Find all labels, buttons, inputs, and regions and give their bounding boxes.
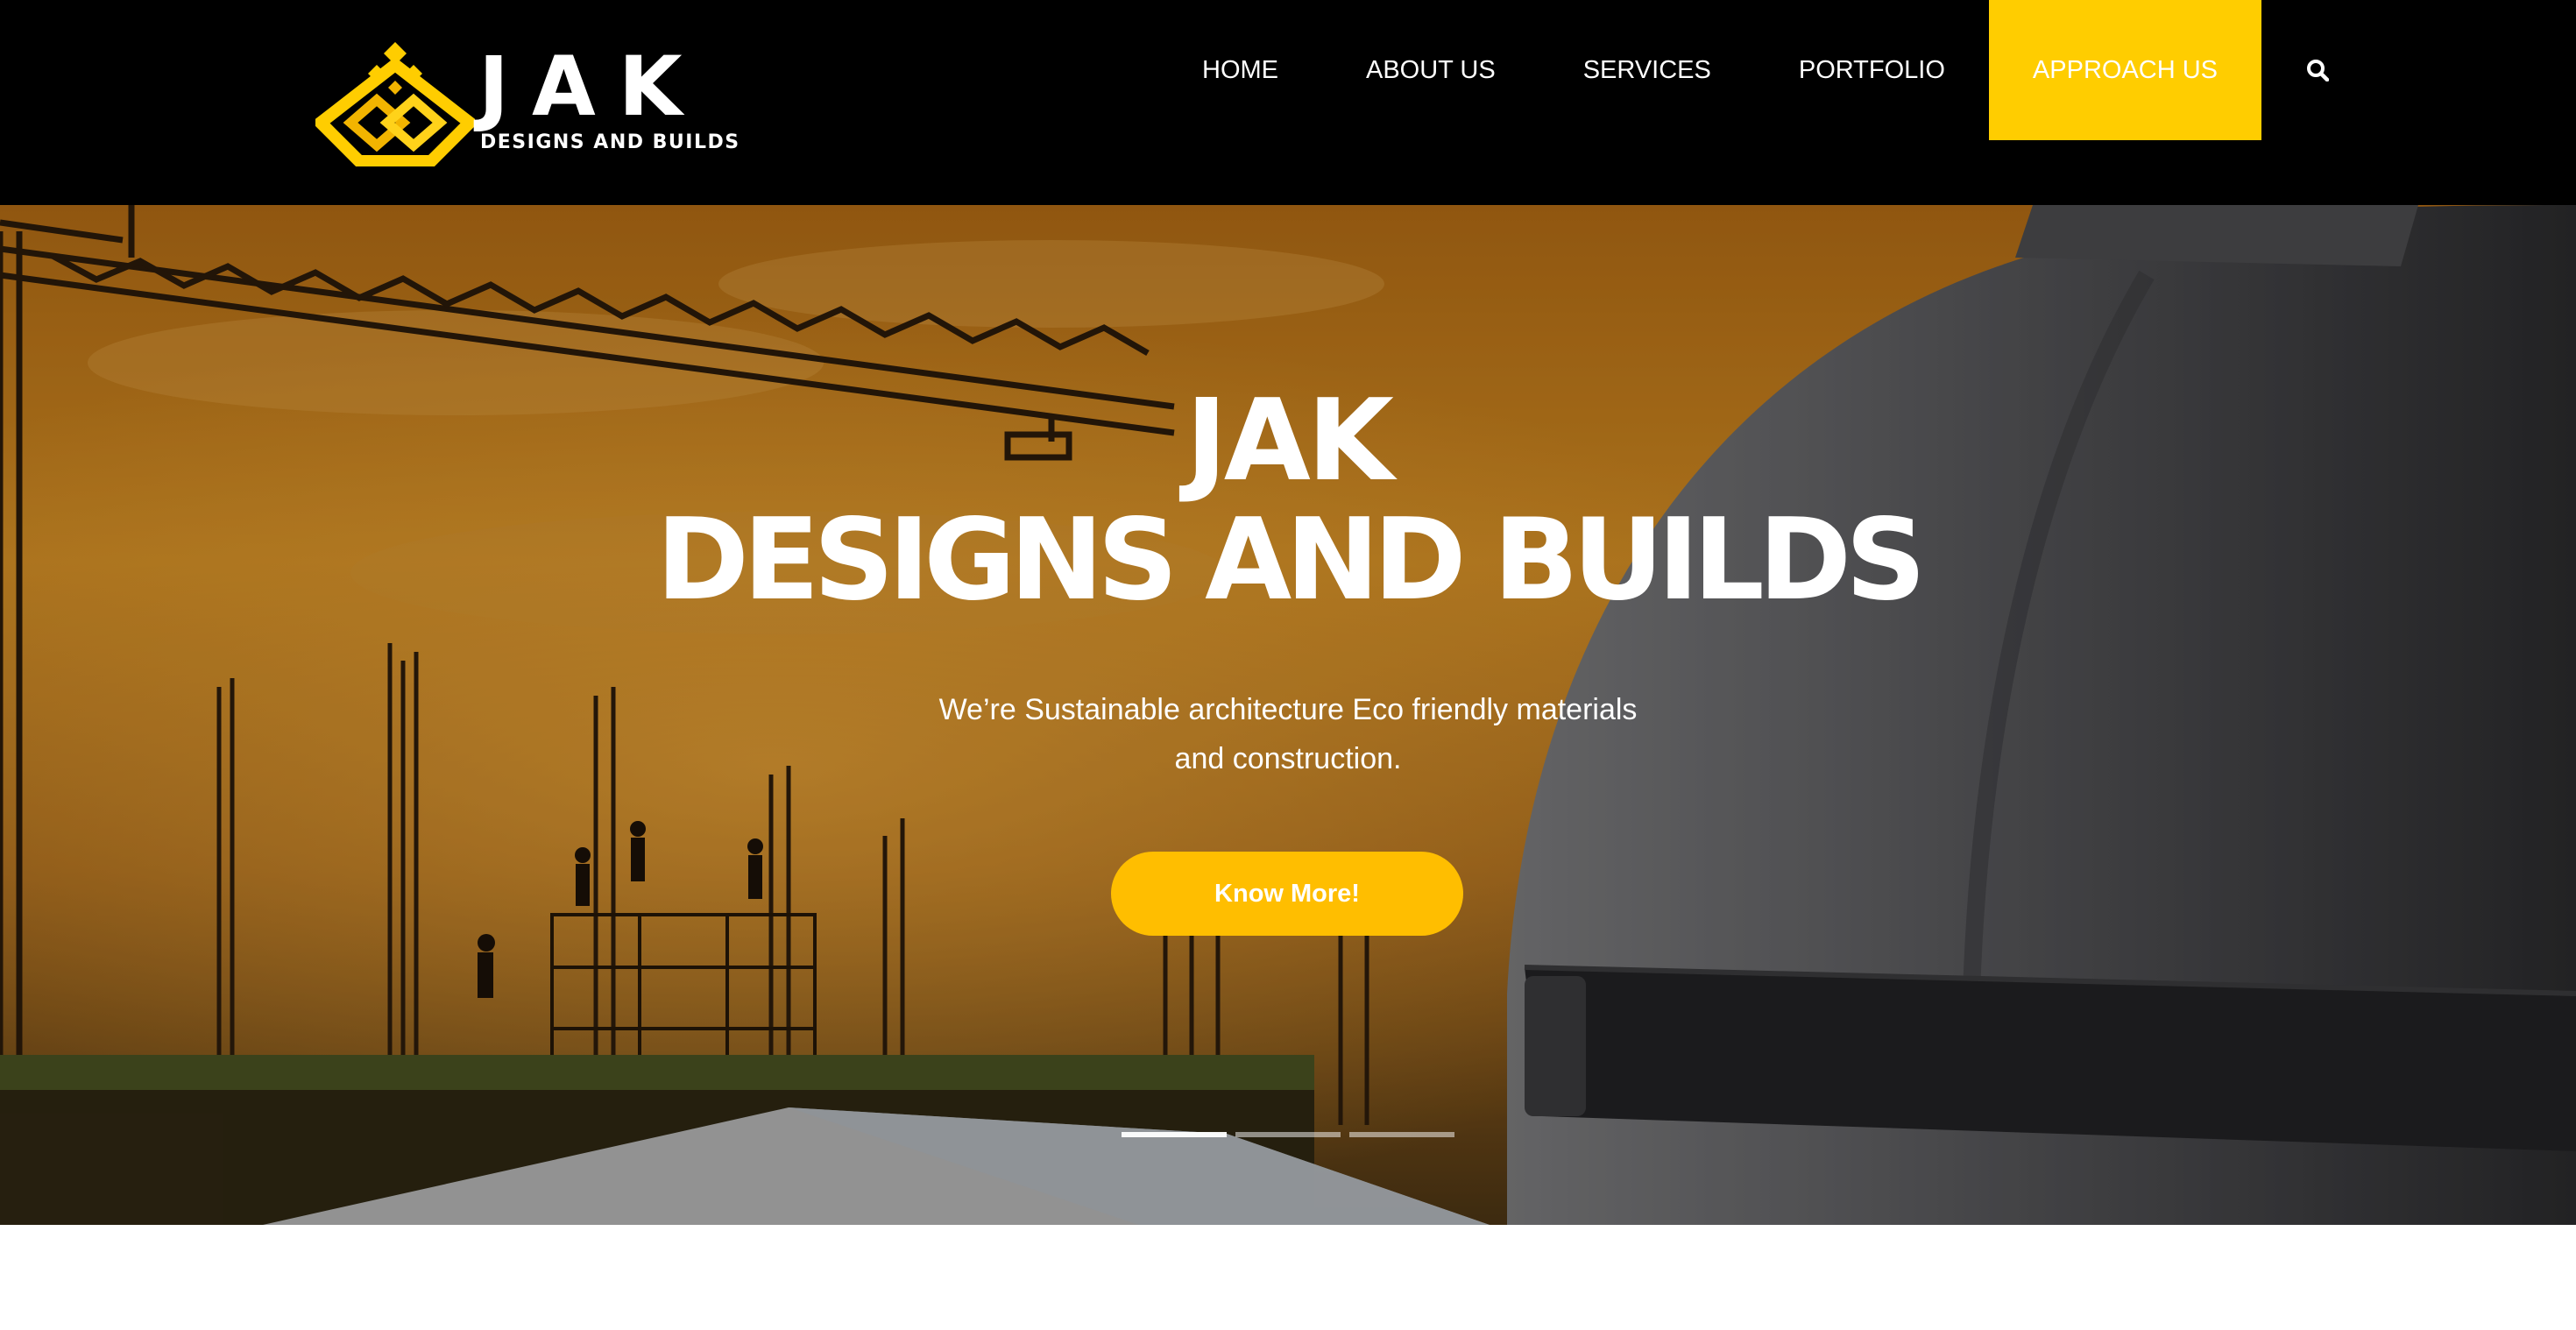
search-icon: [2307, 60, 2330, 81]
logo-wordmark: JAK: [478, 39, 705, 135]
nav-portfolio[interactable]: PORTFOLIO: [1755, 0, 1989, 140]
logo-tagline: DESIGNS AND BUILDS: [480, 131, 740, 153]
site-header: JAK DESIGNS AND BUILDS HOME ABOUT US SER…: [0, 0, 2576, 205]
hero-subtitle: We’re Sustainable architecture Eco frien…: [938, 693, 1638, 775]
slider-dot-1[interactable]: [1122, 1132, 1227, 1137]
slider-pagination: [1122, 1132, 1454, 1137]
logo-mark-icon: [315, 42, 475, 166]
main-navigation: HOME ABOUT US SERVICES PORTFOLIO APPROAC…: [1158, 0, 2374, 140]
slider-dot-2[interactable]: [1235, 1132, 1341, 1137]
hero-title-line2: DESIGNS AND BUILDS: [655, 495, 1927, 626]
know-more-button[interactable]: Know More!: [1111, 852, 1463, 936]
search-button[interactable]: [2261, 0, 2374, 140]
nav-about-us[interactable]: ABOUT US: [1322, 0, 1539, 140]
nav-home[interactable]: HOME: [1158, 0, 1322, 140]
site-logo[interactable]: JAK DESIGNS AND BUILDS: [315, 39, 739, 166]
nav-approach-us[interactable]: APPROACH US: [1988, 0, 2262, 140]
slider-dot-3[interactable]: [1349, 1132, 1454, 1137]
hero-slider: JAK DESIGNS AND BUILDS We’re Sustainable…: [0, 205, 2576, 1225]
hero-title-line1: JAK: [1185, 376, 1394, 506]
nav-services[interactable]: SERVICES: [1539, 0, 1755, 140]
